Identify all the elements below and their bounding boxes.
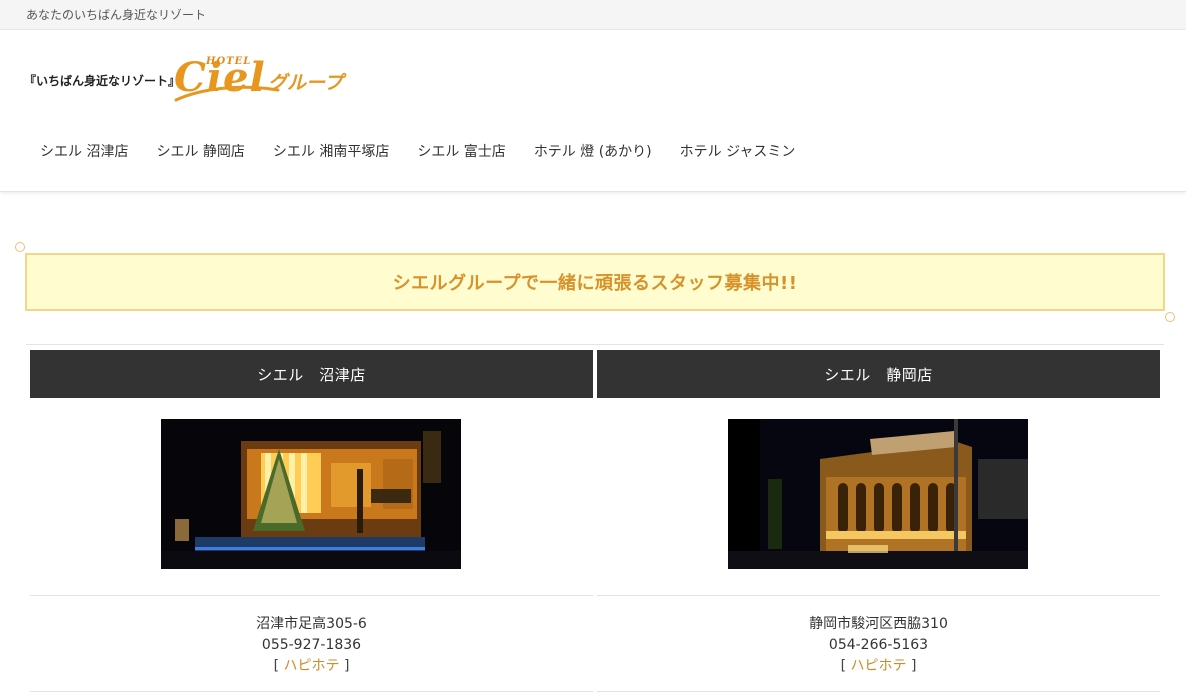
top-bar: あなたのいちばん身近なリゾート — [0, 0, 1186, 30]
site-tagline: あなたのいちばん身近なリゾート — [26, 8, 207, 22]
nav-item-jasmine[interactable]: ホテル ジャスミン — [680, 141, 796, 163]
site-header: 『いちばん身近なリゾート』 Ciel HOTEL グループ シエル 沼津店 シエ… — [0, 30, 1186, 192]
logo-group-label: グループ — [268, 72, 343, 94]
logo-hotel-label: HOTEL — [206, 56, 252, 67]
nav-item-numazu[interactable]: シエル 沼津店 — [40, 141, 128, 163]
happyhotel-link[interactable]: ハピホテ — [851, 658, 907, 674]
nav-item-shonan-hiratsuka[interactable]: シエル 湘南平塚店 — [273, 141, 389, 163]
store-photo-numazu[interactable] — [161, 419, 461, 569]
bracket-open: [ — [840, 658, 847, 674]
store-separator — [597, 595, 1160, 596]
store-separator — [597, 691, 1160, 692]
main-nav: シエル 沼津店 シエル 静岡店 シエル 湘南平塚店 シエル 富士店 ホテル 燈 … — [26, 141, 809, 163]
store-card-numazu: シエル 沼津店 沼津市足高305-6 055-927-1836 [ ハピホテ ] — [30, 350, 593, 692]
store-info: 静岡市駿河区西脇310 054-266-5163 [ ハピホテ ] — [597, 614, 1160, 677]
bracket-close: ] — [910, 658, 917, 674]
store-title: シエル 沼津店 — [257, 365, 366, 384]
banner-dot-left-icon — [15, 242, 25, 252]
store-header: シエル 静岡店 — [597, 350, 1160, 398]
store-phone[interactable]: 055-927-1836 — [30, 635, 593, 656]
recruit-banner-text: シエルグループで一緒に頑張るスタッフ募集中!! — [392, 273, 798, 294]
store-card-shizuoka: シエル 静岡店 静岡市駿河区西脇310 054-266-5163 [ ハピホテ … — [597, 350, 1160, 692]
store-info: 沼津市足高305-6 055-927-1836 [ ハピホテ ] — [30, 614, 593, 677]
happyhotel-link[interactable]: ハピホテ — [284, 658, 340, 674]
bracket-open: [ — [273, 658, 280, 674]
store-phone[interactable]: 054-266-5163 — [597, 635, 1160, 656]
store-header: シエル 沼津店 — [30, 350, 593, 398]
nav-item-akari[interactable]: ホテル 燈 (あかり) — [534, 141, 652, 163]
logo-swoosh-icon — [174, 85, 280, 102]
store-separator — [30, 595, 593, 596]
recruit-banner[interactable]: シエルグループで一緒に頑張るスタッフ募集中!! — [25, 253, 1165, 311]
store-links: [ ハピホテ ] — [597, 656, 1160, 677]
banner-dot-right-icon — [1165, 312, 1175, 322]
store-photo-shizuoka[interactable] — [728, 419, 1028, 569]
store-title: シエル 静岡店 — [824, 365, 933, 384]
store-links: [ ハピホテ ] — [30, 656, 593, 677]
nav-item-fuji[interactable]: シエル 富士店 — [417, 141, 505, 163]
store-separator — [30, 691, 593, 692]
nav-item-shizuoka[interactable]: シエル 静岡店 — [156, 141, 244, 163]
site-logo[interactable]: 『いちばん身近なリゾート』 Ciel HOTEL グループ — [24, 52, 364, 112]
store-address: 静岡市駿河区西脇310 — [809, 616, 948, 632]
section-divider — [26, 344, 1164, 345]
store-address: 沼津市足高305-6 — [256, 616, 367, 632]
bracket-close: ] — [343, 658, 350, 674]
logo-subtitle: 『いちばん身近なリゾート』 — [24, 74, 181, 88]
